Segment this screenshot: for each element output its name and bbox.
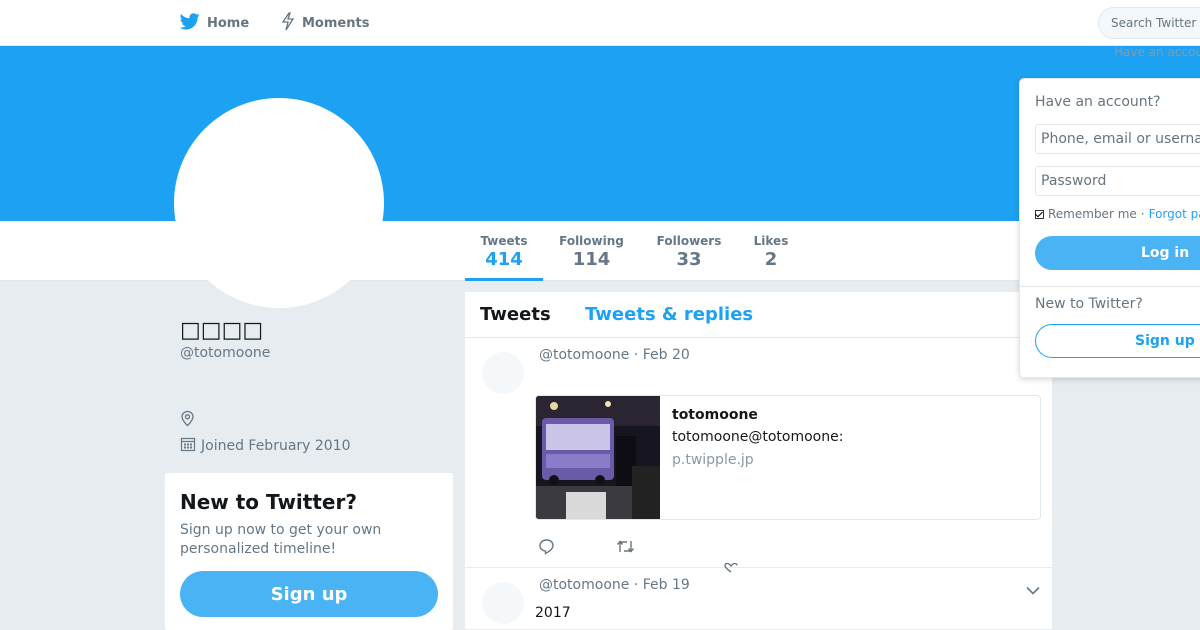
stat-label: Likes xyxy=(753,234,789,248)
username-field[interactable]: Phone, email or username xyxy=(1035,124,1200,154)
nav-moments[interactable]: Moments xyxy=(281,0,369,46)
joined-date: Joined February 2010 xyxy=(180,436,351,456)
card-title: totomoone xyxy=(672,407,758,423)
remember-me: Remember me · Forgot password? xyxy=(1035,207,1200,221)
chevron-down-icon[interactable] xyxy=(1026,580,1040,599)
tweet-avatar[interactable] xyxy=(482,582,524,624)
card-description: totomoone@totomoone: xyxy=(672,429,844,445)
card-url[interactable]: p.twipple.jp xyxy=(672,452,754,468)
nav-home-label: Home xyxy=(207,15,250,31)
stat-following[interactable]: Following 114 xyxy=(553,221,630,281)
forgot-password-link[interactable]: Forgot password? xyxy=(1149,207,1200,221)
login-dropdown: Have an account? Phone, email or usernam… xyxy=(1019,78,1200,378)
login-signup-button[interactable]: Sign up xyxy=(1035,324,1200,358)
profile-handle[interactable]: @totomoone xyxy=(180,345,270,361)
tweet-avatar[interactable] xyxy=(482,352,524,394)
login-title: Have an account? xyxy=(1035,94,1161,110)
have-account-link[interactable]: Have an accou xyxy=(1114,45,1200,59)
link-card[interactable]: totomoone totomoone@totomoone: p.twipple… xyxy=(535,395,1041,520)
search-input[interactable]: Search Twitter xyxy=(1098,7,1200,39)
nav-home[interactable]: Home xyxy=(179,0,250,46)
card-image xyxy=(536,396,660,519)
tab-tweets-replies[interactable]: Tweets & replies xyxy=(585,304,753,325)
stat-label: Tweets xyxy=(480,234,528,248)
signup-card: New to Twitter? Sign up now to get your … xyxy=(165,473,453,630)
stat-tweets[interactable]: Tweets 414 xyxy=(465,221,543,281)
signup-card-title: New to Twitter? xyxy=(180,490,357,514)
stat-value: 414 xyxy=(485,249,523,270)
signup-card-description: Sign up now to get your own personalized… xyxy=(180,522,382,557)
stat-value: 114 xyxy=(572,249,611,270)
divider xyxy=(1020,286,1200,287)
stat-label: Following xyxy=(559,234,624,248)
stat-label: Followers xyxy=(656,234,722,248)
retweet-icon[interactable] xyxy=(616,538,635,559)
calendar-icon xyxy=(180,436,201,456)
new-to-twitter-text: New to Twitter? xyxy=(1035,296,1143,312)
top-nav: Home Moments Search Twitter xyxy=(0,0,1200,46)
login-button[interactable]: Log in xyxy=(1035,236,1200,270)
tweet-header[interactable]: @totomoone · Feb 20 xyxy=(539,347,690,363)
separator: · xyxy=(1140,207,1145,221)
timeline: Tweets Tweets & replies @totomoone · Feb… xyxy=(465,292,1052,630)
profile-name[interactable]: □□□□ xyxy=(180,318,263,343)
profile-avatar[interactable] xyxy=(174,98,384,308)
tweet-header[interactable]: @totomoone · Feb 19 xyxy=(539,577,690,593)
tab-tweets[interactable]: Tweets xyxy=(480,304,551,325)
stat-followers[interactable]: Followers 33 xyxy=(650,221,728,281)
tweet-text: 2017 xyxy=(535,605,571,621)
joined-text: Joined February 2010 xyxy=(201,438,351,454)
password-field[interactable]: Password xyxy=(1035,166,1200,196)
tweet[interactable]: @totomoone · Feb 19 2017 xyxy=(465,568,1052,630)
twitter-bird-icon xyxy=(179,12,207,34)
remember-label[interactable]: Remember me xyxy=(1048,207,1137,221)
location-icon xyxy=(180,410,195,431)
remember-checkbox[interactable] xyxy=(1035,209,1044,219)
signup-button[interactable]: Sign up xyxy=(180,571,438,617)
stat-value: 33 xyxy=(676,249,702,270)
lightning-icon xyxy=(281,11,302,35)
stat-value: 2 xyxy=(764,249,778,270)
timeline-tabs: Tweets Tweets & replies xyxy=(465,292,1052,338)
stat-likes[interactable]: Likes 2 xyxy=(747,221,795,281)
tweet[interactable]: @totomoone · Feb 20 totomoone totomoone@… xyxy=(465,338,1052,573)
reply-icon[interactable] xyxy=(538,538,555,559)
nav-moments-label: Moments xyxy=(302,15,370,31)
